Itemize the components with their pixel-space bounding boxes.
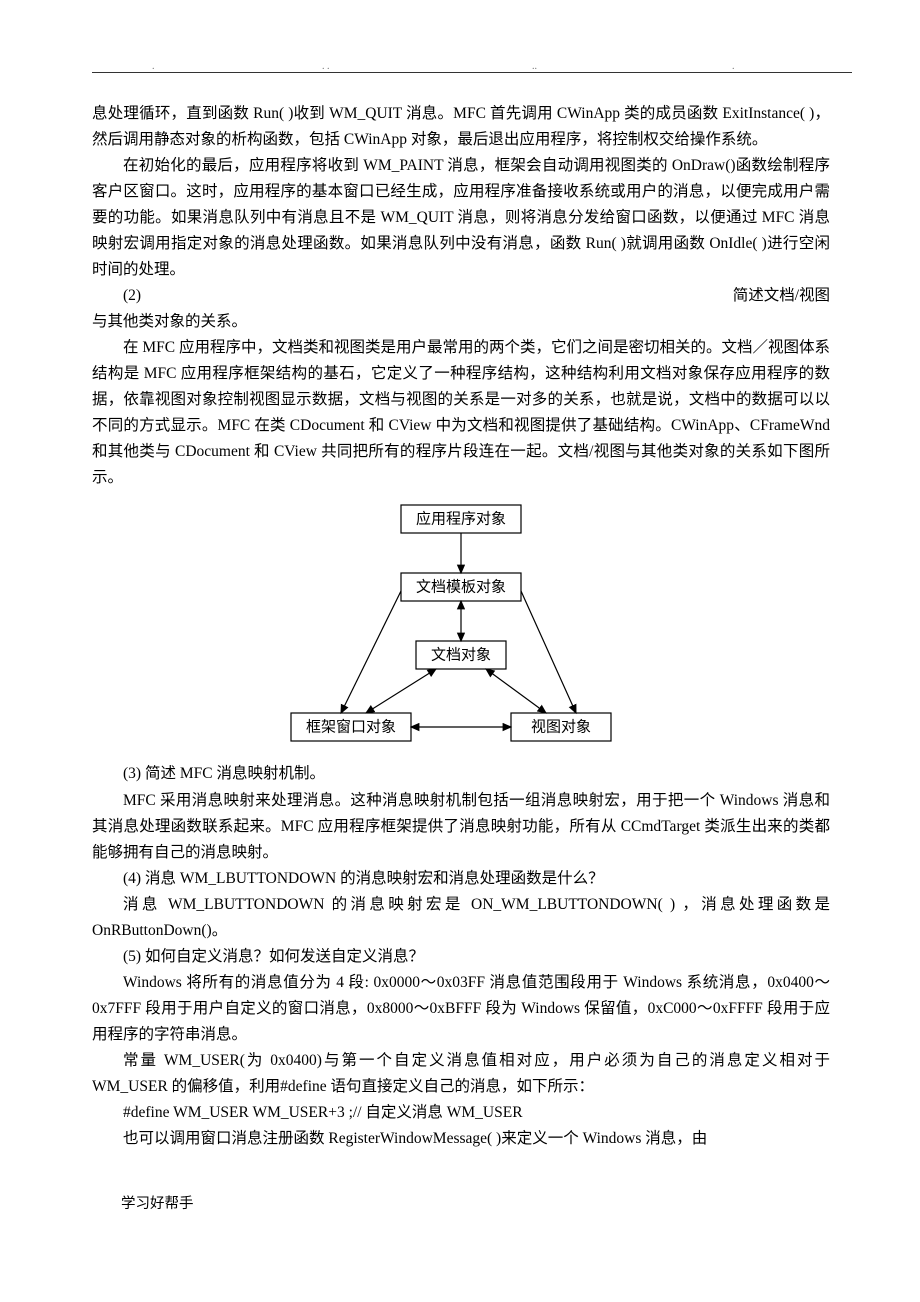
paragraph-1: 息处理循环，直到函数 Run( )收到 WM_QUIT 消息。MFC 首先调用 … bbox=[92, 101, 830, 153]
question-2-num: (2) bbox=[92, 283, 141, 309]
question-2: (2) 简述文档/视图 bbox=[92, 283, 830, 309]
question-5: (5) 如何自定义消息？如何发送自定义消息？ bbox=[92, 944, 830, 970]
diagram-node-app: 应用程序对象 bbox=[416, 510, 506, 528]
paragraph-8: 也可以调用窗口消息注册函数 RegisterWindowMessage( )来定… bbox=[92, 1126, 830, 1152]
code-line: #define WM_USER WM_USER+3 ;// 自定义消息 WM_U… bbox=[92, 1100, 830, 1126]
paragraph-5: 消息 WM_LBUTTONDOWN 的消息映射宏是 ON_WM_LBUTTOND… bbox=[92, 892, 830, 944]
question-2-cont: 与其他类对象的关系。 bbox=[92, 309, 830, 335]
relationship-diagram: 应用程序对象 文档模板对象 文档对象 框架窗口对象 视图对象 bbox=[92, 499, 830, 759]
paragraph-7: 常量 WM_USER(为 0x0400)与第一个自定义消息值相对应，用户必须为自… bbox=[92, 1048, 830, 1100]
paragraph-4: MFC 采用消息映射来处理消息。这种消息映射机制包括一组消息映射宏，用于把一个 … bbox=[92, 788, 830, 866]
diagram-node-frame: 框架窗口对象 bbox=[306, 718, 396, 736]
question-3: (3) 简述 MFC 消息映射机制。 bbox=[92, 761, 830, 787]
diagram-node-view: 视图对象 bbox=[531, 719, 591, 736]
document-page: . . . .. . 息处理循环，直到函数 Run( )收到 WM_QUIT 消… bbox=[0, 0, 920, 1276]
page-footer: 学习好帮手 bbox=[92, 1192, 830, 1216]
question-2-tail: 简述文档/视图 bbox=[702, 283, 830, 309]
diagram-node-template: 文档模板对象 bbox=[416, 578, 506, 596]
paragraph-6: Windows 将所有的消息值分为 4 段: 0x0000～0x03FF 消息值… bbox=[92, 970, 830, 1048]
paragraph-3: 在 MFC 应用程序中，文档类和视图类是用户最常用的两个类，它们之间是密切相关的… bbox=[92, 335, 830, 491]
diagram-node-doc: 文档对象 bbox=[431, 647, 491, 664]
paragraph-2: 在初始化的最后，应用程序将收到 WM_PAINT 消息，框架会自动调用视图类的 … bbox=[92, 153, 830, 283]
header-rule: . . . .. . bbox=[92, 62, 852, 73]
question-4: (4) 消息 WM_LBUTTONDOWN 的消息映射宏和消息处理函数是什么？ bbox=[92, 866, 830, 892]
